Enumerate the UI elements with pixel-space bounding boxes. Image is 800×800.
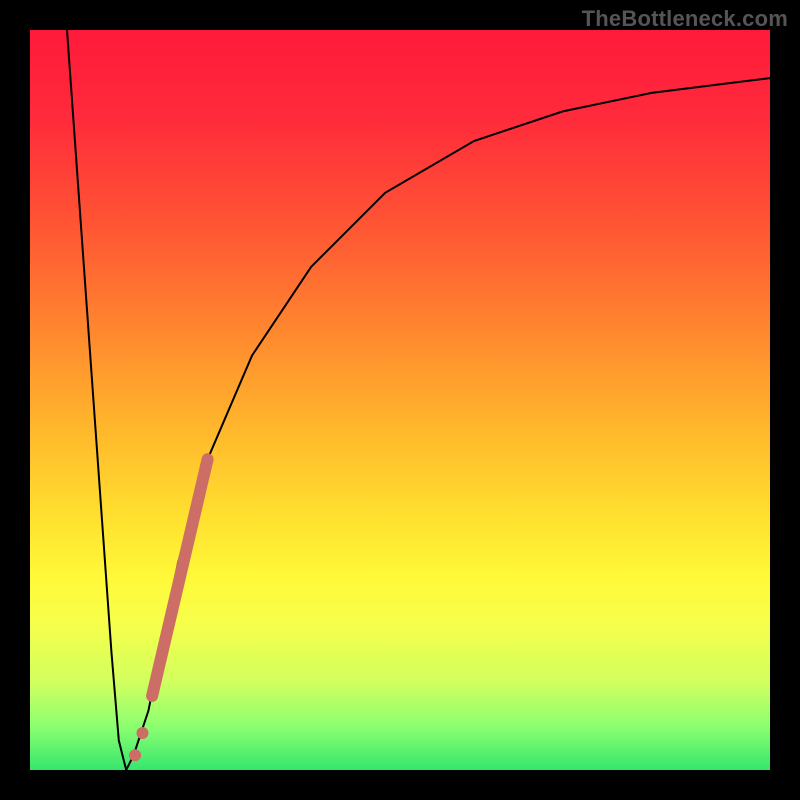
plot-overlay	[30, 30, 770, 770]
watermark-text: TheBottleneck.com	[582, 6, 788, 32]
highlight-segment	[152, 459, 208, 696]
bottleneck-curve	[67, 30, 770, 770]
highlight-dot	[129, 749, 141, 761]
highlight-dot	[136, 727, 148, 739]
chart-frame: TheBottleneck.com	[0, 0, 800, 800]
